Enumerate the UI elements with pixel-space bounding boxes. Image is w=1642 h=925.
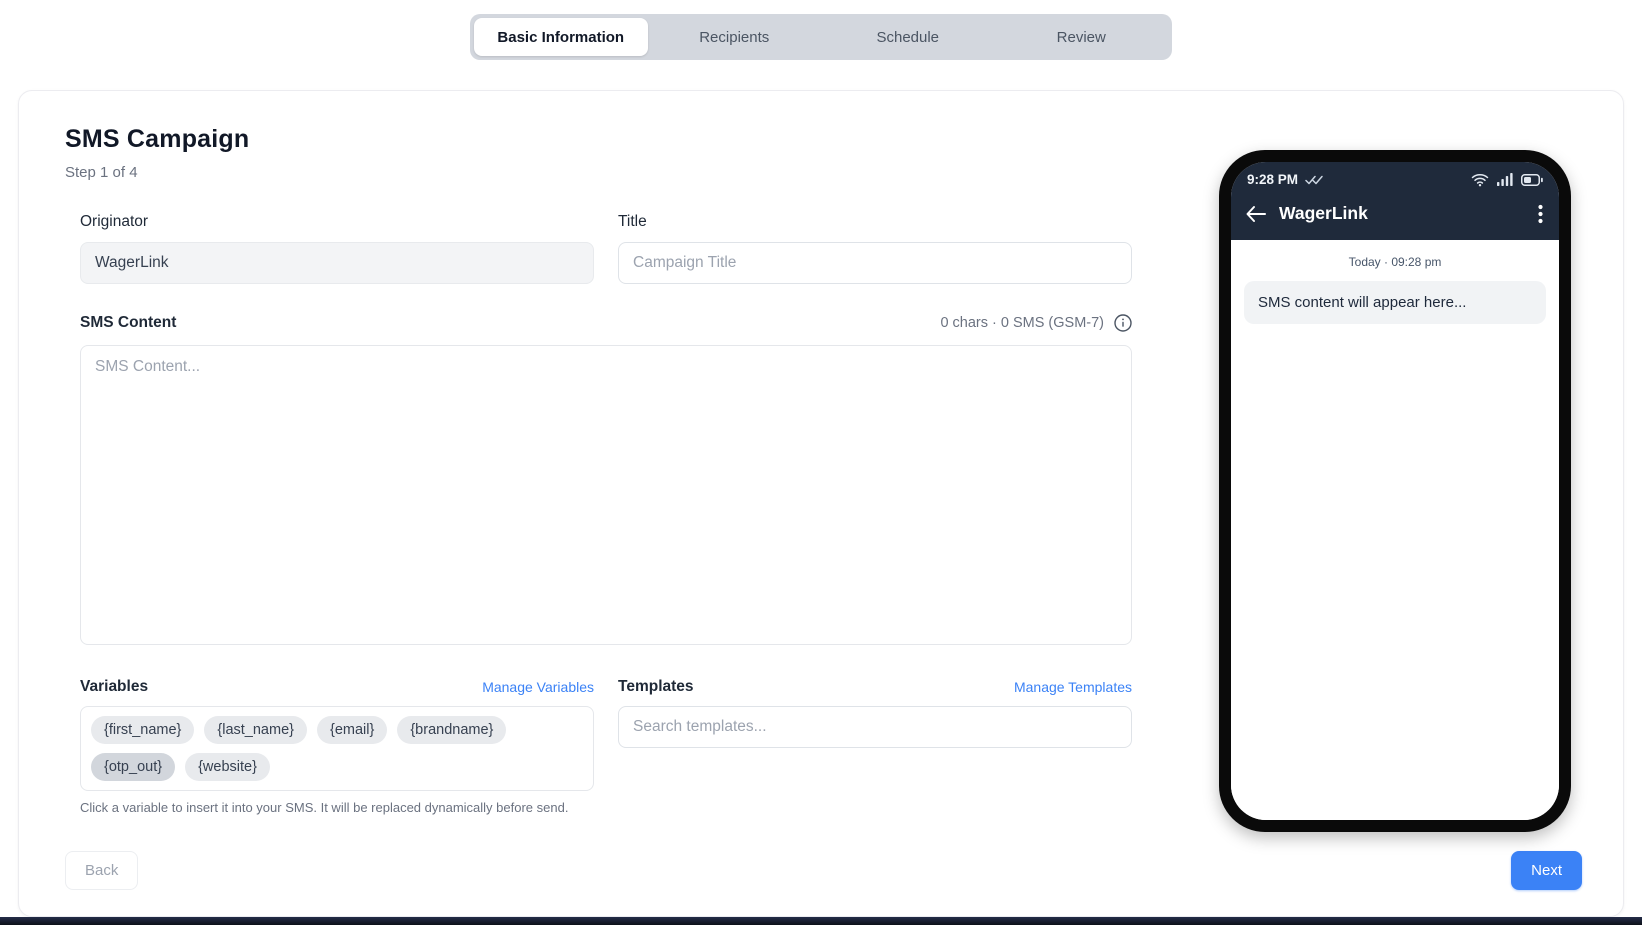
campaign-form: Originator Title SMS Content 0 chars · 0…: [80, 213, 1132, 815]
wizard-footer: Back Next: [65, 851, 1582, 890]
phone-chat-body: Today · 09:28 pm SMS content will appear…: [1231, 240, 1559, 820]
manage-variables-link[interactable]: Manage Variables: [482, 679, 594, 695]
variable-chip[interactable]: {first_name}: [91, 716, 195, 744]
phone-sender-name: WagerLink: [1279, 203, 1368, 223]
title-field-group: Title: [618, 213, 1132, 284]
char-counter: 0 chars · 0 SMS (GSM-7): [940, 315, 1104, 331]
sms-preview-bubble: SMS content will appear here...: [1244, 281, 1546, 324]
variables-helper-text: Click a variable to insert it into your …: [80, 800, 569, 815]
next-button[interactable]: Next: [1511, 851, 1582, 890]
step-tab[interactable]: Schedule: [821, 18, 995, 56]
phone-chat-header: WagerLink: [1231, 191, 1559, 240]
originator-field-group: Originator: [80, 213, 594, 284]
step-tab[interactable]: Recipients: [648, 18, 822, 56]
manage-templates-link[interactable]: Manage Templates: [1014, 679, 1132, 695]
variable-chip[interactable]: {last_name}: [204, 716, 307, 744]
phone-top-area: 9:28 PM WagerLink: [1231, 162, 1559, 240]
sms-content-textarea[interactable]: [80, 345, 1132, 645]
variable-chip[interactable]: {otp_out}: [91, 753, 176, 781]
sms-content-label: SMS Content: [80, 314, 177, 331]
title-label: Title: [618, 213, 647, 230]
template-search-input[interactable]: [618, 706, 1132, 748]
battery-icon: [1521, 173, 1543, 186]
originator-input[interactable]: [80, 242, 594, 284]
templates-section: Templates Manage Templates: [618, 678, 1132, 815]
phone-screen: 9:28 PM WagerLink Today · 09:28 pm SMS c…: [1231, 162, 1559, 820]
status-time: 9:28 PM: [1247, 172, 1299, 187]
step-tab[interactable]: Review: [995, 18, 1169, 56]
templates-label: Templates: [618, 678, 694, 695]
variables-chip-box: {first_name} {last_name} {email} {brandn…: [80, 706, 594, 791]
variable-chip[interactable]: {email}: [316, 716, 388, 744]
wifi-icon: [1471, 173, 1489, 187]
phone-preview: 9:28 PM WagerLink Today · 09:28 pm SMS c…: [1219, 150, 1571, 832]
bottom-edge-bar: [0, 917, 1642, 925]
signal-bars-icon: [1497, 173, 1513, 186]
double-check-icon: [1305, 174, 1325, 186]
sms-campaign-card: SMS Campaign Step 1 of 4 Originator Titl…: [18, 90, 1624, 917]
variables-section: Variables Manage Variables {first_name} …: [80, 678, 594, 815]
back-button[interactable]: Back: [65, 851, 139, 890]
info-circle-icon[interactable]: [1114, 314, 1132, 332]
step-tab[interactable]: Basic Information: [474, 18, 648, 56]
phone-status-bar: 9:28 PM: [1231, 162, 1559, 191]
variable-chip[interactable]: {website}: [185, 753, 270, 781]
step-tabbar: Basic Information Recipients Schedule Re…: [470, 14, 1172, 60]
campaign-title-input[interactable]: [618, 242, 1132, 284]
chat-timestamp: Today · 09:28 pm: [1348, 255, 1442, 269]
arrow-left-icon: [1245, 205, 1267, 223]
variable-chip[interactable]: {brandname}: [397, 716, 507, 744]
variables-label: Variables: [80, 678, 149, 695]
kebab-menu-icon: [1538, 204, 1543, 224]
originator-label: Originator: [80, 213, 149, 230]
